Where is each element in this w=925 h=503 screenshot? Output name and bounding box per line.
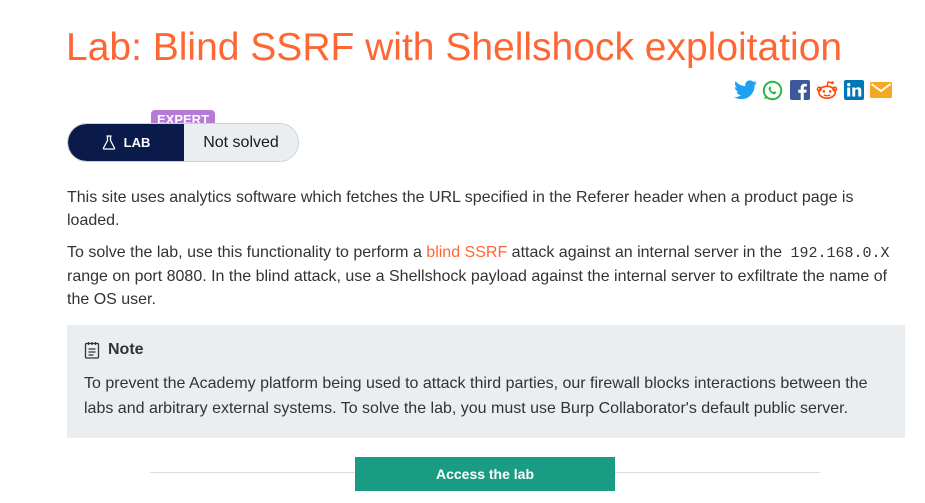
share-bar [734, 79, 892, 101]
notepad-icon [84, 342, 100, 359]
solved-status: Not solved [184, 124, 298, 161]
note-box: Note To prevent the Academy platform bei… [67, 325, 905, 438]
status-pill: LAB Not solved [67, 123, 299, 162]
blind-ssrf-link[interactable]: blind SSRF [426, 244, 507, 261]
description-paragraph-1: This site uses analytics software which … [67, 189, 854, 229]
p2-text-end: range on port 8080. In the blind attack,… [67, 268, 888, 308]
access-lab-button[interactable]: Access the lab [355, 457, 615, 491]
reddit-icon[interactable] [815, 79, 838, 101]
ip-range-code: 192.168.0.X [790, 245, 890, 262]
linkedin-icon[interactable] [842, 79, 865, 101]
p2-text-start: To solve the lab, use this functionality… [67, 244, 427, 261]
note-text: To prevent the Academy platform being us… [84, 375, 868, 417]
whatsapp-icon[interactable] [761, 79, 784, 101]
lab-description: This site uses analytics software which … [67, 186, 907, 320]
lab-badge: LAB [68, 124, 184, 161]
flask-icon [102, 135, 115, 150]
twitter-icon[interactable] [734, 79, 757, 101]
lab-page: Lab: Blind SSRF with Shellshock exploita… [0, 0, 925, 503]
note-heading: Note [108, 341, 144, 358]
page-title: Lab: Blind SSRF with Shellshock exploita… [66, 26, 843, 69]
p2-text-middle: attack against an internal server in the [507, 244, 787, 261]
lab-badge-label: LAB [123, 135, 151, 150]
facebook-icon[interactable] [788, 79, 811, 101]
lab-status-badge: EXPERT LAB Not solved [67, 110, 299, 162]
note-header: Note [84, 341, 144, 359]
description-paragraph-2: To solve the lab, use this functionality… [67, 241, 907, 311]
email-icon[interactable] [869, 79, 892, 101]
